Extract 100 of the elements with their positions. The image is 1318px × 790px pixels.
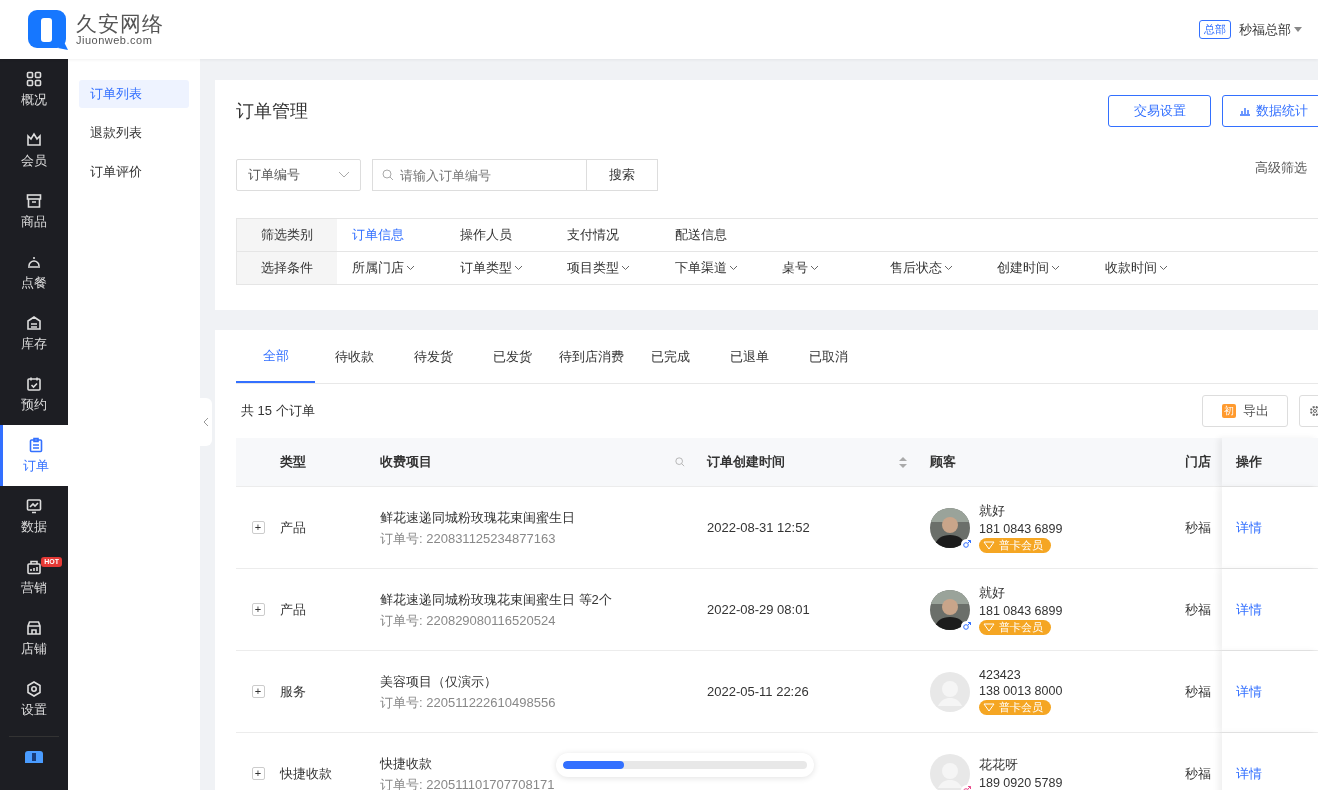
nav-item[interactable]: 会员 [0, 120, 68, 181]
search-icon[interactable] [675, 457, 685, 467]
logo-name: 久安网络 [76, 12, 164, 35]
member-badge: 普卡会员 [979, 700, 1051, 715]
search-icon [382, 169, 394, 181]
table-cell: 2022-08-29 08:01 [707, 602, 810, 617]
filter-row-label: 筛选类别 [237, 219, 337, 251]
nav-item[interactable]: 库存 [0, 303, 68, 364]
app-icon[interactable] [25, 751, 43, 763]
nav-item[interactable]: 点餐 [0, 242, 68, 303]
filter-dropdown[interactable]: 桌号 [782, 259, 890, 277]
filter-dropdown[interactable]: 创建时间 [997, 259, 1105, 277]
collapse-handle[interactable] [200, 398, 212, 446]
status-tab[interactable]: 全部 [236, 330, 315, 383]
status-tab[interactable]: 已取消 [789, 330, 868, 383]
bar-chart-icon [1239, 106, 1251, 116]
order-count: 共 15 个订单 [241, 402, 315, 420]
logo-domain: Jiuonweb.com [76, 34, 153, 47]
customer-phone: 181 0843 6899 [979, 603, 1063, 618]
chevron-down-icon [944, 266, 952, 270]
order-number: 订单号: 220511222610498556 [380, 694, 557, 710]
outline-button[interactable]: 数据统计 [1222, 95, 1318, 127]
column-header: 订单创建时间 [707, 453, 785, 471]
order-number: 订单号: 220829080116520524 [380, 612, 557, 628]
table-cell: 2022-05-11 22:26 [707, 684, 809, 699]
subnav-item[interactable]: 订单评价 [79, 158, 189, 186]
expand-button[interactable]: + [251, 767, 265, 780]
chevron-down-icon [622, 266, 629, 270]
filter-dropdown[interactable]: 售后状态 [889, 259, 997, 277]
logo-icon [28, 9, 68, 50]
chevron-down-icon [407, 266, 414, 270]
table-cell-text: 秒福 [1185, 764, 1212, 783]
table-cell-text: 产品 [280, 518, 307, 537]
subnav-item[interactable]: 订单列表 [79, 80, 189, 108]
chevron-down-icon [811, 266, 818, 270]
advanced-filter-link[interactable]: 高级筛选 [1255, 159, 1307, 177]
filter-category[interactable]: 支付情况 [567, 219, 675, 251]
item-name: 鲜花速递同城粉玫瑰花束闺蜜生日 等2个 [380, 591, 613, 607]
filter-category[interactable]: 订单信息 [352, 219, 460, 251]
customer-phone: 138 0013 8000 [979, 684, 1063, 698]
nav-item[interactable]: 数据 [0, 486, 68, 547]
filter-category[interactable]: 操作人员 [459, 219, 567, 251]
expand-button[interactable]: + [251, 603, 265, 616]
crown-icon [26, 131, 42, 148]
export-icon: 初 [1221, 404, 1236, 418]
filter-dropdown[interactable]: 收款时间 [1104, 259, 1212, 277]
chevron-left-icon [203, 418, 209, 426]
field-select[interactable]: 订单编号 [236, 159, 361, 191]
customer-name: 就好 [979, 502, 1006, 520]
settings-icon [26, 680, 42, 697]
nav-item[interactable]: 订单 [0, 425, 68, 486]
nav-item[interactable]: 设置 [0, 669, 68, 730]
page-title: 订单管理 [236, 100, 308, 123]
table-cell-text: 快捷收款 [280, 764, 333, 783]
status-tab[interactable]: 待到店消费 [552, 330, 631, 383]
search-field[interactable]: 请输入订单编号 [372, 159, 587, 191]
table-cell-text: 服务 [280, 682, 307, 701]
outline-button[interactable]: 交易设置 [1108, 95, 1211, 127]
filter-dropdown[interactable]: 下单渠道 [674, 259, 782, 277]
nav-item[interactable]: 商品 [0, 181, 68, 242]
customer-name: 423423 [979, 668, 1022, 682]
subnav-item[interactable]: 退款列表 [79, 119, 189, 147]
filter-dropdown[interactable]: 订单类型 [459, 259, 567, 277]
calendar-icon [26, 375, 42, 392]
status-tab[interactable]: 待收款 [315, 330, 394, 383]
order-number: 订单号: 220511101707708171 [380, 776, 556, 790]
expand-button[interactable]: + [251, 521, 265, 534]
status-tab[interactable]: 已发货 [473, 330, 552, 383]
member-badge: 普卡会员 [979, 537, 1051, 553]
filter-dropdown[interactable]: 所属门店 [352, 259, 460, 277]
detail-link[interactable]: 详情 [1236, 682, 1262, 701]
sort-icon[interactable] [899, 456, 907, 468]
filter-dropdown[interactable]: 项目类型 [567, 259, 675, 277]
chevron-down-icon [514, 266, 522, 270]
box-icon [26, 192, 42, 209]
search-button[interactable]: 搜索 [587, 159, 658, 191]
clipboard-icon [27, 436, 44, 453]
filter-category[interactable]: 配送信息 [674, 219, 782, 251]
item-name: 快捷收款 [380, 755, 433, 771]
expand-button[interactable]: + [251, 685, 265, 698]
chevron-down-icon [1052, 266, 1059, 270]
table-cell: 2022-08-31 12:52 [707, 520, 810, 535]
caret-icon [1294, 27, 1302, 32]
status-tab[interactable]: 待发货 [394, 330, 473, 383]
detail-link[interactable]: 详情 [1236, 518, 1262, 537]
column-header: 收费项目 [380, 453, 432, 471]
nav-item[interactable]: 预约 [0, 364, 68, 425]
table-cell-text: 秒福 [1185, 518, 1212, 537]
customer-name: 就好 [979, 584, 1006, 602]
export-button[interactable]: 初 导出 [1202, 395, 1288, 427]
column-header: 顾客 [929, 453, 957, 471]
item-name: 鲜花速递同城粉玫瑰花束闺蜜生日 [380, 509, 576, 525]
detail-link[interactable]: 详情 [1236, 764, 1262, 783]
status-tab[interactable]: 已完成 [631, 330, 710, 383]
account-menu[interactable]: 秒福总部 [1239, 20, 1302, 39]
nav-item[interactable]: 概况 [0, 59, 68, 120]
status-tab[interactable]: 已退单 [710, 330, 789, 383]
grid-icon [26, 70, 42, 87]
nav-item[interactable]: 店铺 [0, 608, 68, 669]
detail-link[interactable]: 详情 [1236, 600, 1262, 619]
